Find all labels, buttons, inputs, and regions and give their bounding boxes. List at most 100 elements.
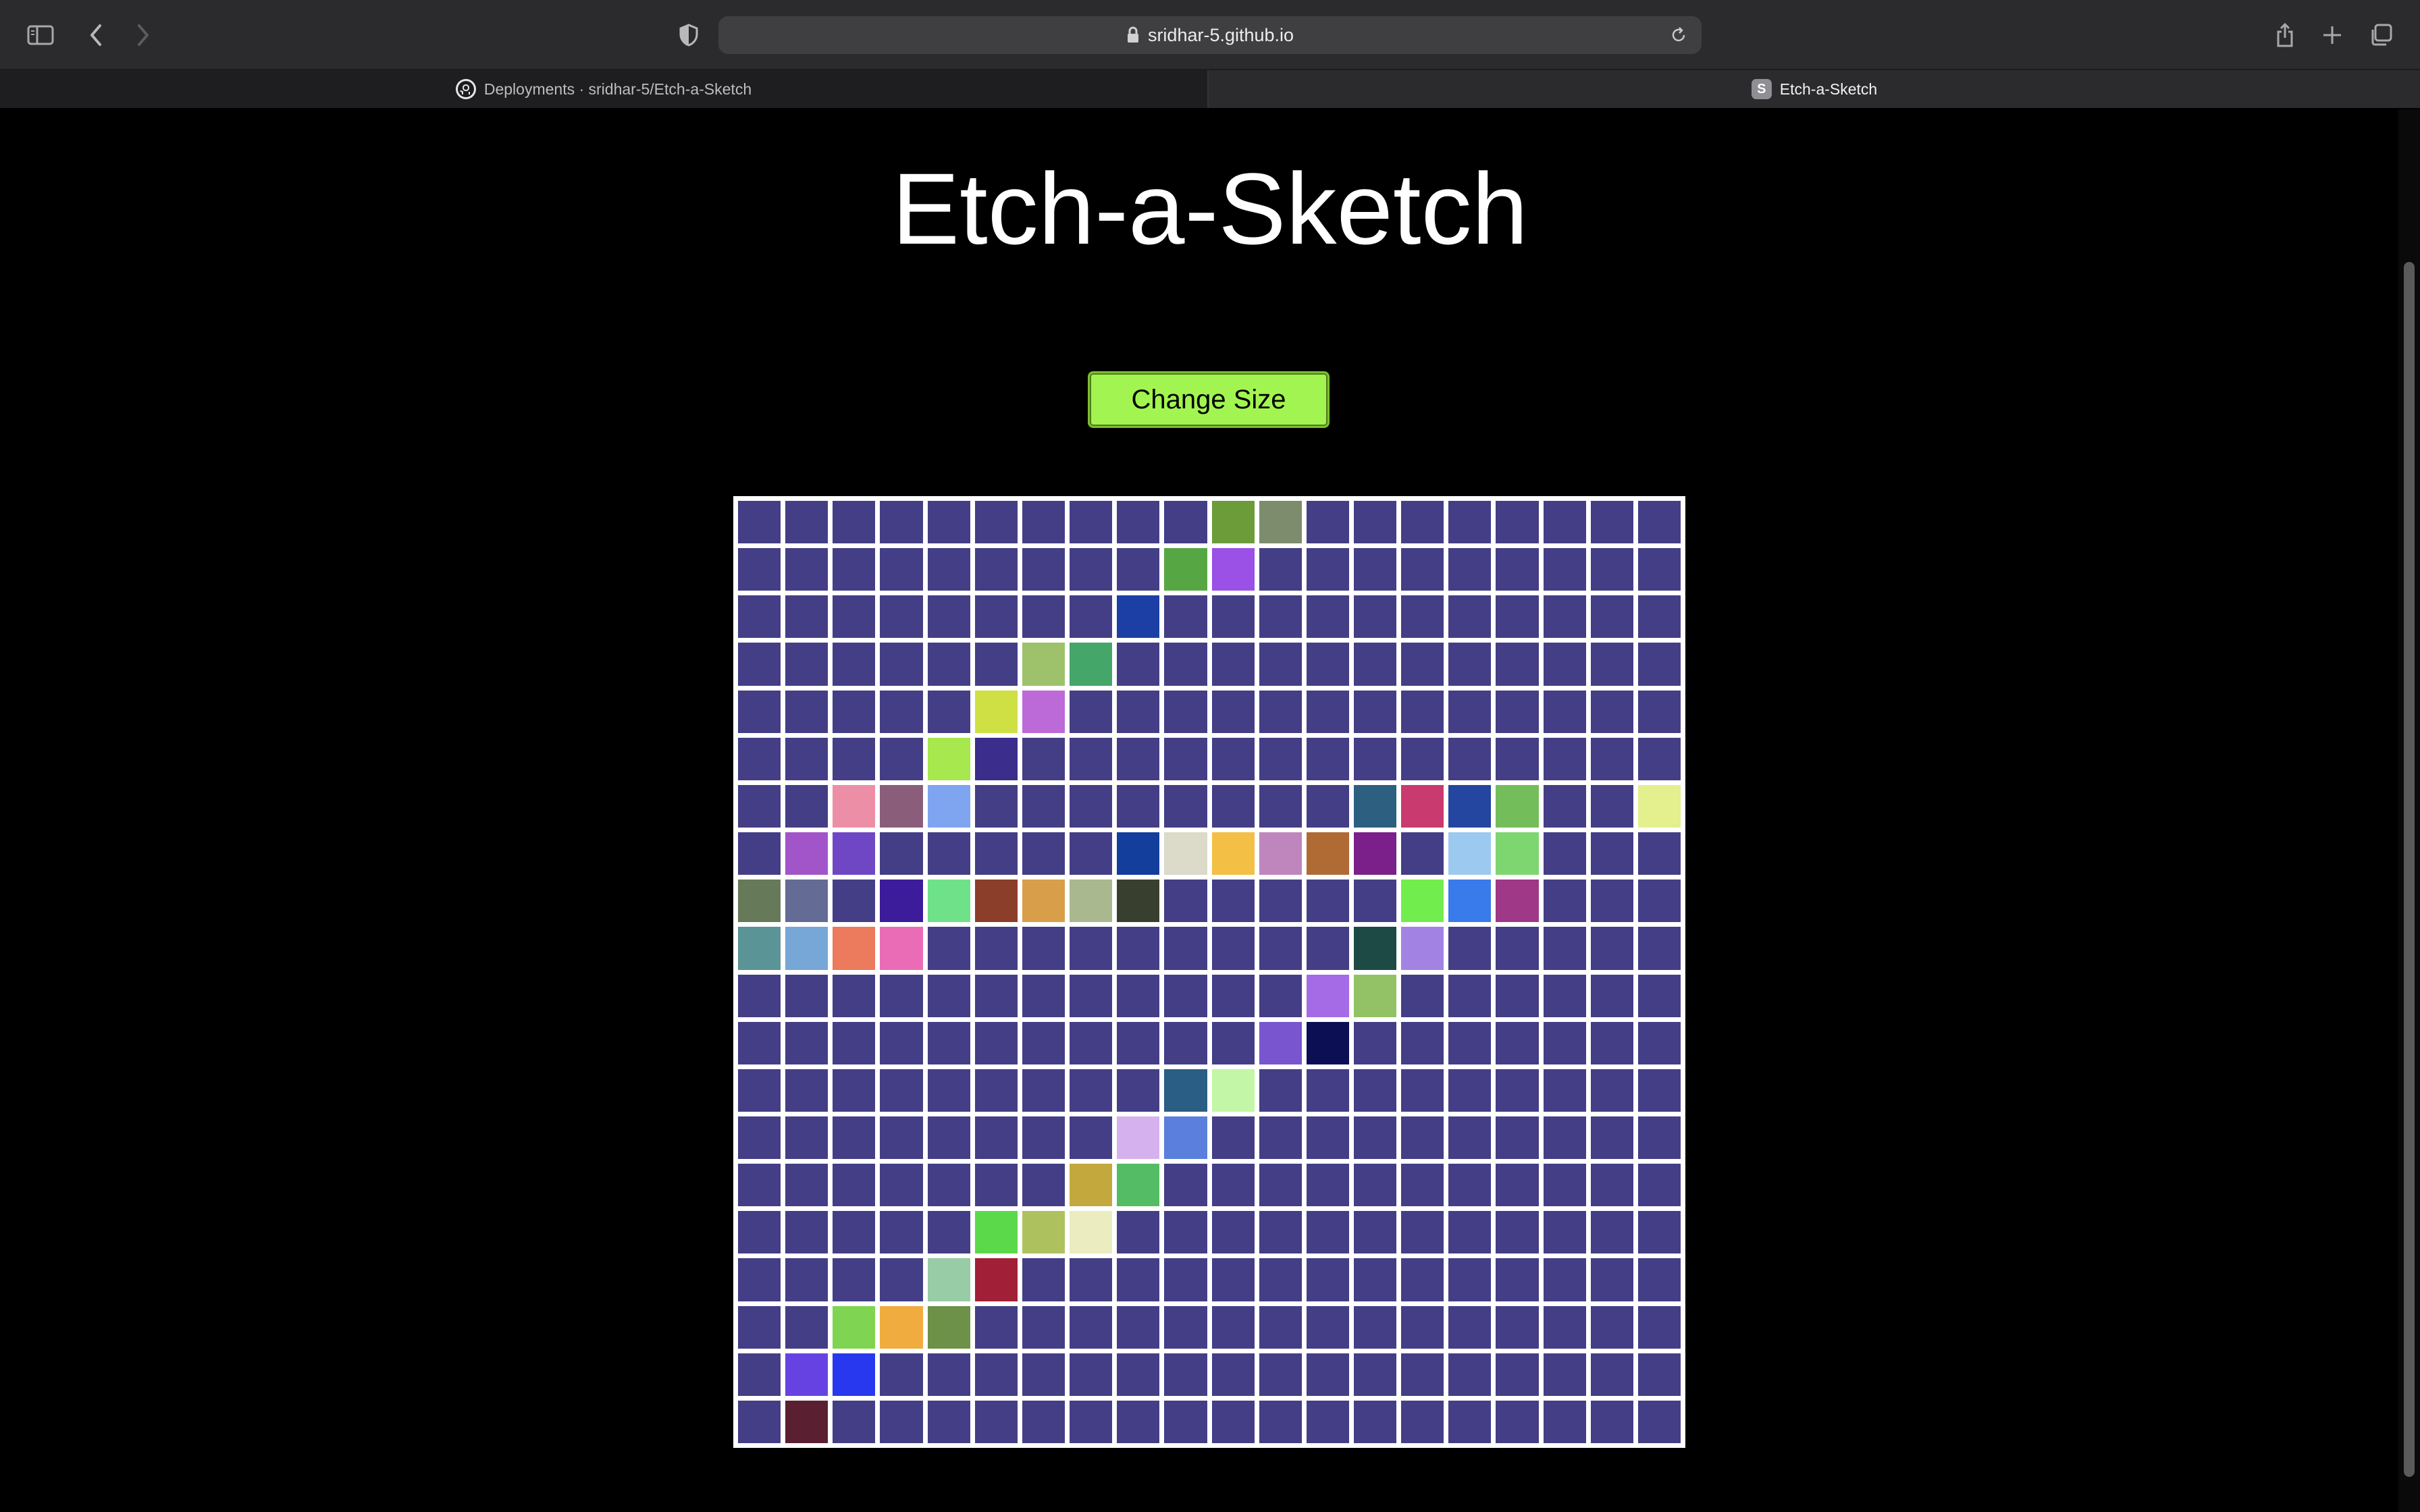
grid-cell[interactable]: [1353, 737, 1397, 780]
grid-cell[interactable]: [1306, 1164, 1349, 1207]
grid-cell[interactable]: [1496, 832, 1539, 875]
grid-cell[interactable]: [1070, 1258, 1113, 1301]
grid-cell[interactable]: [1590, 1400, 1633, 1443]
grid-cell[interactable]: [1117, 1211, 1160, 1254]
grid-cell[interactable]: [1022, 548, 1066, 591]
grid-cell[interactable]: [1164, 595, 1207, 639]
grid-cell[interactable]: [1448, 1400, 1492, 1443]
grid-cell[interactable]: [785, 1211, 828, 1254]
grid-cell[interactable]: [1448, 1164, 1492, 1207]
grid-cell[interactable]: [1590, 1258, 1633, 1301]
grid-cell[interactable]: [974, 880, 1018, 923]
grid-cell[interactable]: [974, 1021, 1018, 1064]
grid-cell[interactable]: [1401, 501, 1444, 544]
tab-deployments[interactable]: Deployments · sridhar-5/Etch-a-Sketch: [0, 70, 1209, 108]
grid-cell[interactable]: [880, 643, 923, 686]
grid-cell[interactable]: [1070, 1164, 1113, 1207]
grid-cell[interactable]: [927, 832, 970, 875]
grid-cell[interactable]: [1637, 784, 1681, 828]
grid-cell[interactable]: [1543, 832, 1586, 875]
grid-cell[interactable]: [1211, 1164, 1255, 1207]
grid-cell[interactable]: [1306, 643, 1349, 686]
grid-cell[interactable]: [1070, 548, 1113, 591]
grid-cell[interactable]: [1070, 880, 1113, 923]
grid-cell[interactable]: [738, 690, 781, 733]
grid-cell[interactable]: [974, 1258, 1018, 1301]
grid-cell[interactable]: [880, 595, 923, 639]
grid-cell[interactable]: [1590, 974, 1633, 1017]
grid-cell[interactable]: [1496, 1305, 1539, 1349]
grid-cell[interactable]: [1353, 1021, 1397, 1064]
grid-cell[interactable]: [1637, 595, 1681, 639]
grid-cell[interactable]: [1353, 1400, 1397, 1443]
grid-cell[interactable]: [1637, 1164, 1681, 1207]
grid-cell[interactable]: [1637, 1353, 1681, 1396]
grid-cell[interactable]: [1117, 548, 1160, 591]
grid-cell[interactable]: [785, 1305, 828, 1349]
change-size-button[interactable]: Change Size: [1088, 371, 1330, 428]
grid-cell[interactable]: [927, 737, 970, 780]
grid-cell[interactable]: [1117, 1258, 1160, 1301]
grid-cell[interactable]: [1259, 690, 1302, 733]
grid-cell[interactable]: [738, 1400, 781, 1443]
grid-cell[interactable]: [1306, 1400, 1349, 1443]
grid-cell[interactable]: [1353, 1116, 1397, 1160]
grid-cell[interactable]: [1401, 1211, 1444, 1254]
grid-cell[interactable]: [1543, 501, 1586, 544]
grid-cell[interactable]: [1022, 1400, 1066, 1443]
grid-cell[interactable]: [1306, 1116, 1349, 1160]
grid-cell[interactable]: [880, 974, 923, 1017]
grid-cell[interactable]: [1022, 690, 1066, 733]
grid-cell[interactable]: [738, 784, 781, 828]
grid-cell[interactable]: [1259, 1258, 1302, 1301]
grid-cell[interactable]: [1211, 927, 1255, 970]
grid-cell[interactable]: [1543, 974, 1586, 1017]
grid-cell[interactable]: [1164, 548, 1207, 591]
grid-cell[interactable]: [833, 1164, 876, 1207]
grid-cell[interactable]: [1117, 1164, 1160, 1207]
grid-cell[interactable]: [1211, 1069, 1255, 1112]
grid-cell[interactable]: [785, 1069, 828, 1112]
grid-cell[interactable]: [1070, 643, 1113, 686]
grid-cell[interactable]: [1211, 880, 1255, 923]
grid-cell[interactable]: [1117, 1353, 1160, 1396]
grid-cell[interactable]: [1637, 548, 1681, 591]
grid-cell[interactable]: [738, 595, 781, 639]
grid-cell[interactable]: [1543, 784, 1586, 828]
sidebar-toggle-icon[interactable]: [23, 18, 58, 53]
grid-cell[interactable]: [974, 643, 1018, 686]
grid-cell[interactable]: [1543, 690, 1586, 733]
grid-cell[interactable]: [1637, 927, 1681, 970]
grid-cell[interactable]: [880, 1116, 923, 1160]
grid-cell[interactable]: [1353, 1353, 1397, 1396]
grid-cell[interactable]: [1117, 1305, 1160, 1349]
grid-cell[interactable]: [785, 1116, 828, 1160]
grid-cell[interactable]: [785, 1258, 828, 1301]
grid-cell[interactable]: [1496, 1164, 1539, 1207]
grid-cell[interactable]: [1306, 927, 1349, 970]
grid-cell[interactable]: [1496, 880, 1539, 923]
grid-cell[interactable]: [1401, 643, 1444, 686]
grid-cell[interactable]: [927, 643, 970, 686]
grid-cell[interactable]: [880, 1400, 923, 1443]
grid-cell[interactable]: [1022, 974, 1066, 1017]
grid-cell[interactable]: [1590, 690, 1633, 733]
grid-cell[interactable]: [927, 595, 970, 639]
grid-cell[interactable]: [1022, 501, 1066, 544]
grid-cell[interactable]: [1022, 737, 1066, 780]
sketch-grid[interactable]: [733, 496, 1685, 1448]
grid-cell[interactable]: [1022, 832, 1066, 875]
grid-cell[interactable]: [927, 501, 970, 544]
grid-cell[interactable]: [1448, 832, 1492, 875]
grid-cell[interactable]: [1022, 595, 1066, 639]
grid-cell[interactable]: [974, 1164, 1018, 1207]
grid-cell[interactable]: [1401, 1353, 1444, 1396]
grid-cell[interactable]: [1022, 1258, 1066, 1301]
grid-cell[interactable]: [880, 1353, 923, 1396]
grid-cell[interactable]: [1543, 1258, 1586, 1301]
grid-cell[interactable]: [1353, 1069, 1397, 1112]
grid-cell[interactable]: [1022, 1353, 1066, 1396]
grid-cell[interactable]: [1306, 737, 1349, 780]
grid-cell[interactable]: [974, 737, 1018, 780]
grid-cell[interactable]: [1353, 548, 1397, 591]
